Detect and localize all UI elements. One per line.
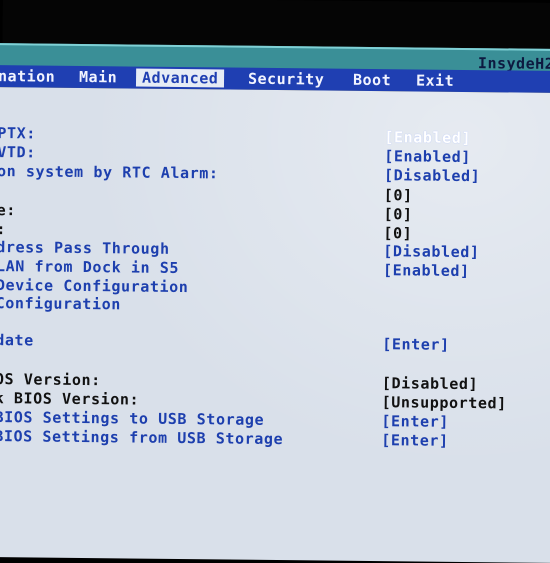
setting-label: k BIOS Version: (0, 389, 140, 409)
setting-label: LAN from Dock in S5 (0, 257, 180, 277)
setting-label: PTX: (0, 124, 37, 143)
bios-screen: InsydeH2 nation Main Advanced Security B… (0, 0, 550, 563)
setting-value[interactable]: [0] (384, 205, 413, 223)
setting-value[interactable]: [0] (383, 224, 412, 242)
top-bezel (2, 0, 550, 49)
submenu-label[interactable]: Configuration (0, 294, 121, 313)
tab-exit[interactable]: Exit (416, 71, 454, 89)
setting-label: on system by RTC Alarm: (0, 162, 219, 183)
setting-label: OS Version: (0, 370, 101, 390)
setting-value[interactable]: [Disabled] (382, 374, 478, 393)
setting-value[interactable]: [Enter] (382, 335, 450, 354)
tab-main[interactable]: Main (79, 68, 117, 86)
setting-value[interactable]: [Enabled] (384, 128, 471, 147)
setting-value[interactable]: [Enabled] (384, 147, 471, 166)
setting-label: BIOS Settings from USB Storage (0, 427, 284, 449)
tab-boot[interactable]: Boot (353, 71, 391, 89)
submenu-label[interactable]: Device Configuration (0, 276, 189, 296)
setting-label: : (0, 220, 7, 239)
setting-value[interactable]: [Enter] (381, 412, 449, 431)
setting-value[interactable]: [Disabled] (383, 242, 479, 261)
tab-security[interactable]: Security (248, 70, 324, 89)
setting-value[interactable]: [Unsupported] (382, 393, 507, 412)
setting-label: date (0, 331, 34, 350)
setting-value[interactable]: [Enabled] (383, 261, 470, 280)
setting-label: BIOS Settings to USB Storage (0, 408, 265, 429)
setting-label: VTD: (0, 143, 36, 162)
setting-value[interactable]: [Enter] (381, 431, 449, 450)
tab-advanced[interactable]: Advanced (135, 68, 225, 88)
setting-value[interactable]: [Disabled] (384, 166, 480, 185)
setting-label: e: (0, 201, 17, 220)
setting-value[interactable]: [0] (384, 186, 413, 204)
tab-information[interactable]: nation (0, 67, 55, 86)
setting-label: dress Pass Through (0, 238, 170, 258)
